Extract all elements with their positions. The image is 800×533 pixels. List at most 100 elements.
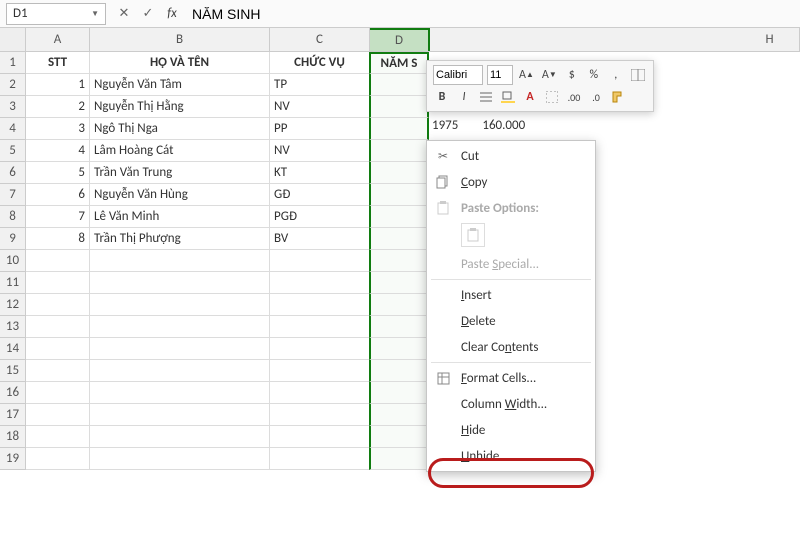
cell[interactable] [90,426,270,448]
format-painter-icon[interactable] [609,87,627,107]
cell-name[interactable]: Nguyễn Văn Hùng [90,184,270,206]
cell-year[interactable] [369,140,429,162]
row-header[interactable]: 11 [0,272,26,294]
cell[interactable] [90,382,270,404]
cell[interactable] [90,404,270,426]
cell-name[interactable]: Lê Văn Minh [90,206,270,228]
menu-clear-contents[interactable]: Clear Contents [427,334,595,360]
cell[interactable] [369,382,429,404]
menu-hide[interactable]: Hide [427,417,595,443]
row-header[interactable]: 10 [0,250,26,272]
header-role[interactable]: CHỨC VỤ [270,52,370,74]
cell-stt[interactable]: 6 [26,184,90,206]
cell[interactable] [90,294,270,316]
menu-cut[interactable]: ✂ Cut [427,143,595,169]
cell[interactable] [369,316,429,338]
row-header[interactable]: 2 [0,74,26,96]
percent-format-icon[interactable]: % [585,65,603,85]
cell[interactable] [26,382,90,404]
col-header-D[interactable]: D [370,28,430,51]
cell[interactable] [26,448,90,470]
menu-column-width[interactable]: Column Width... [427,391,595,417]
cell[interactable] [369,272,429,294]
cell[interactable] [369,360,429,382]
header-name[interactable]: HỌ VÀ TÊN [90,52,270,74]
cell-stt[interactable]: 5 [26,162,90,184]
cell[interactable] [369,448,429,470]
cell-stt[interactable]: 3 [26,118,90,140]
col-header-B[interactable]: B [90,28,270,51]
col-header-A[interactable]: A [26,28,90,51]
italic-button[interactable]: I [455,87,473,107]
cell[interactable] [270,338,370,360]
row-header[interactable]: 14 [0,338,26,360]
cell-name[interactable]: Nguyễn Thị Hằng [90,96,270,118]
cell-role[interactable]: NV [270,96,370,118]
cell-year[interactable] [369,184,429,206]
cell[interactable] [270,250,370,272]
row-header[interactable]: 7 [0,184,26,206]
cancel-icon[interactable]: ✕ [112,3,136,25]
cell[interactable] [26,404,90,426]
font-size-selector[interactable] [487,65,513,85]
cell[interactable] [270,448,370,470]
cell[interactable] [270,316,370,338]
merge-cells-icon[interactable] [629,65,647,85]
row-header[interactable]: 12 [0,294,26,316]
cell[interactable] [369,426,429,448]
decrease-font-icon[interactable]: A▼ [540,65,559,85]
cell-name[interactable]: Trần Văn Trung [90,162,270,184]
cell[interactable] [270,382,370,404]
header-year[interactable]: NĂM S [369,52,429,74]
cell[interactable] [369,250,429,272]
row-header[interactable]: 1 [0,52,26,74]
row-header[interactable]: 6 [0,162,26,184]
dropdown-icon[interactable]: ▼ [91,9,99,19]
cell-role[interactable]: NV [270,140,370,162]
cell[interactable] [270,426,370,448]
cell[interactable] [270,272,370,294]
cell-stt[interactable]: 7 [26,206,90,228]
cell-role[interactable]: PP [270,118,370,140]
comma-format-icon[interactable]: , [607,65,625,85]
cell-stt[interactable]: 8 [26,228,90,250]
fx-icon[interactable]: fx [160,3,184,25]
cell[interactable] [26,426,90,448]
header-stt[interactable]: STT [26,52,90,74]
cell[interactable] [26,360,90,382]
cell[interactable] [90,250,270,272]
cell[interactable] [90,360,270,382]
cell-name[interactable]: Trần Thị Phượng [90,228,270,250]
cell-role[interactable]: KT [270,162,370,184]
cell[interactable] [369,294,429,316]
cell-name[interactable]: Lâm Hoàng Cát [90,140,270,162]
cell-year[interactable] [369,96,429,118]
cell-year[interactable] [369,162,429,184]
cell[interactable] [90,272,270,294]
row-header[interactable]: 15 [0,360,26,382]
cell-role[interactable]: GĐ [270,184,370,206]
cell[interactable] [369,404,429,426]
cell[interactable] [90,316,270,338]
cell-name[interactable]: Ngô Thị Nga [90,118,270,140]
formula-input[interactable] [184,3,800,25]
row-header[interactable]: 13 [0,316,26,338]
row-header[interactable]: 19 [0,448,26,470]
menu-unhide[interactable]: Unhide [427,443,595,469]
borders-icon[interactable] [543,87,561,107]
row-header[interactable]: 16 [0,382,26,404]
cell[interactable] [90,448,270,470]
row-header[interactable]: 9 [0,228,26,250]
cell-name[interactable]: Nguyễn Văn Tâm [90,74,270,96]
cell-year[interactable] [369,228,429,250]
cell[interactable] [90,338,270,360]
increase-decimal-icon[interactable]: .00 [565,87,583,107]
cell[interactable] [270,294,370,316]
decrease-decimal-icon[interactable]: .0 [587,87,605,107]
cell[interactable] [270,360,370,382]
col-header-H[interactable]: H [740,28,800,51]
font-selector[interactable] [433,65,483,85]
cell[interactable] [26,338,90,360]
menu-format-cells[interactable]: Format Cells... [427,365,595,391]
font-color-icon[interactable]: A [521,87,539,107]
